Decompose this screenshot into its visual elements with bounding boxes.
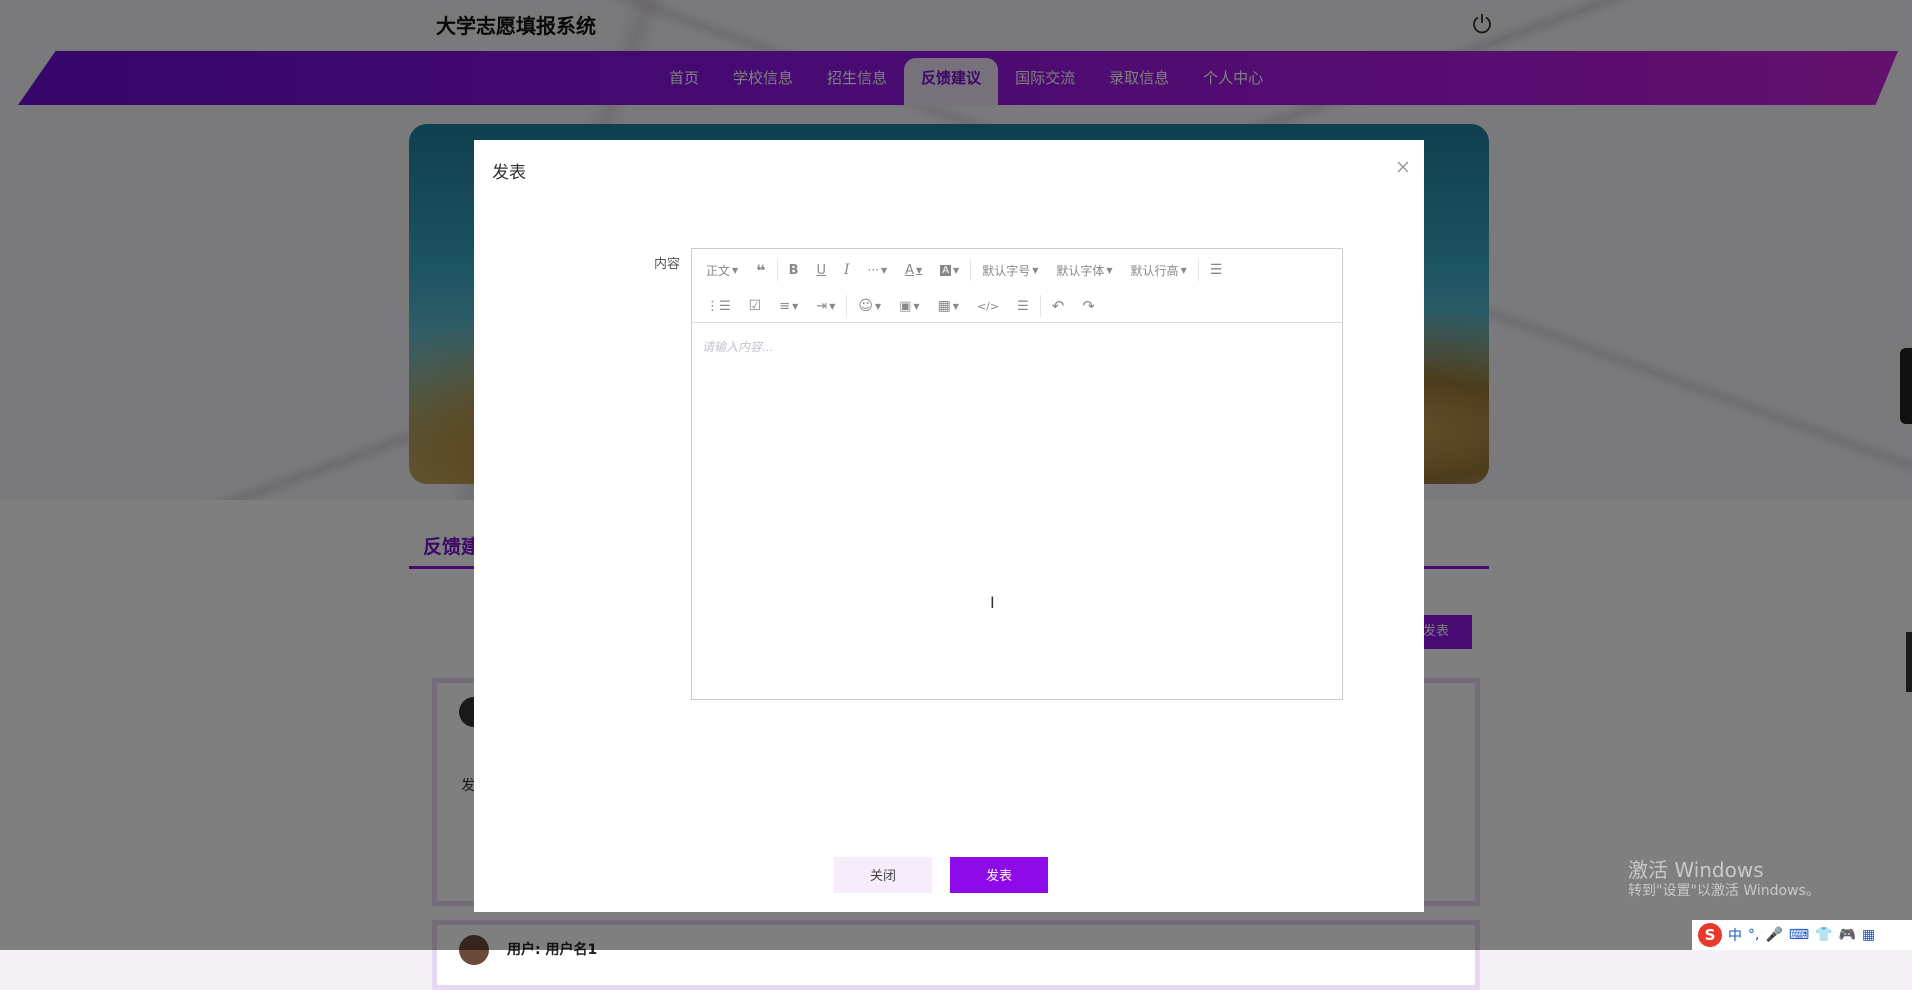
skin-icon[interactable]: 👕 [1815,927,1832,943]
close-icon[interactable] [1396,160,1410,174]
italic-icon[interactable]: I [835,255,859,285]
windows-activation-subtitle: 转到"设置"以激活 Windows。 [1628,883,1820,899]
font-color-icon[interactable]: A ▼ [896,255,931,285]
game-icon[interactable]: 🎮 [1839,927,1856,943]
dialog-title: 发表 [492,163,526,183]
numbered-list-icon[interactable]: ⋮☰ [692,291,740,321]
table-icon[interactable]: ▦ ▼ [929,291,968,321]
font-size-select[interactable]: 默认字号 ▼ [973,255,1047,285]
emoji-icon[interactable]: ☺ ▼ [849,291,890,321]
publish-button[interactable]: 发表 [950,857,1048,893]
rich-text-editor: 正文 ▼ ❝ B U I ··· ▼ A ▼ A ▼ 默认字号 ▼ 默认字体 ▼ 默认行高 ▼… [691,248,1343,700]
indent-icon[interactable]: ⇥ ▼ [807,291,844,321]
apps-icon[interactable]: ▦ [1862,927,1875,943]
background-color-icon[interactable]: A ▼ [931,255,968,285]
blockquote-icon[interactable]: ❝ [747,255,774,285]
bulleted-list-icon[interactable]: ☰ [1201,255,1232,285]
sogou-logo-icon[interactable]: S [1698,923,1722,947]
more-icon[interactable]: ··· ▼ [859,255,897,285]
content-label: 内容 [654,257,681,272]
paragraph-select[interactable]: 正文 ▼ [692,255,747,285]
image-icon[interactable]: ▣ ▼ [890,291,928,321]
divider-icon[interactable]: ☰ [1008,291,1038,321]
code-icon[interactable]: </> [968,291,1008,321]
redo-icon[interactable]: ↷ [1073,291,1104,321]
underline-icon[interactable]: U [807,255,835,285]
windows-activation-title: 激活 Windows [1628,858,1764,882]
line-height-select[interactable]: 默认行高 ▼ [1122,255,1196,285]
bold-icon[interactable]: B [780,255,808,285]
editor-toolbar: 正文 ▼ ❝ B U I ··· ▼ A ▼ A ▼ 默认字号 ▼ 默认字体 ▼ 默认行高 ▼… [692,249,1342,323]
undo-icon[interactable]: ↶ [1043,291,1074,321]
editor-content-area[interactable]: 请输入内容... Ι [692,323,1342,699]
ime-language[interactable]: 中 [1728,925,1742,945]
align-icon[interactable]: ≡ ▼ [770,291,807,321]
publish-dialog: 发表 内容 正文 ▼ ❝ B U I ··· ▼ A ▼ A ▼ 默认字号 ▼ 默认字体 ▼… [474,140,1424,912]
font-family-select[interactable]: 默认字体 ▼ [1047,255,1121,285]
close-button[interactable]: 关闭 [834,857,932,893]
microphone-icon[interactable]: 🎤 [1765,927,1782,943]
keyboard-icon[interactable]: ⌨ [1789,927,1809,943]
todo-list-icon[interactable]: ☑ [740,291,771,321]
editor-placeholder: 请输入内容... [702,340,774,354]
punctuation-icon[interactable]: °, [1748,927,1759,943]
ime-toolbar[interactable]: S 中 °, 🎤 ⌨ 👕 🎮 ▦ [1692,920,1912,950]
text-cursor-icon: Ι [990,593,995,612]
